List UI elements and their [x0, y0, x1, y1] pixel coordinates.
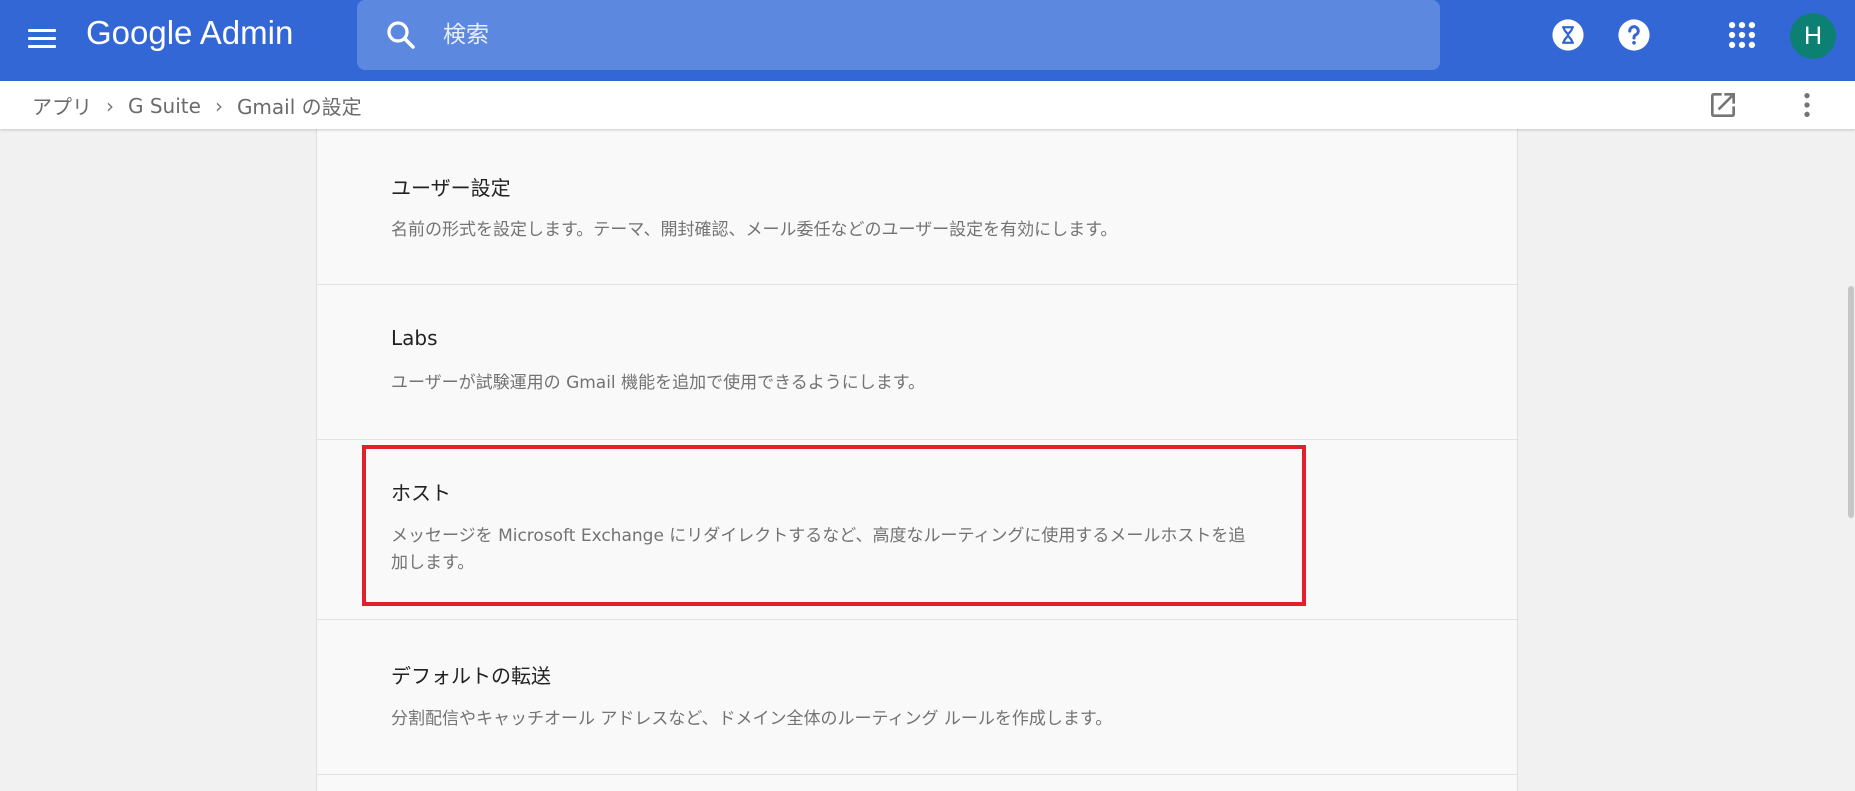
- chevron-right-icon: ›: [214, 93, 223, 118]
- search-bar[interactable]: [357, 0, 1440, 70]
- section-title: デフォルトの転送: [391, 664, 551, 688]
- breadcrumb-apps[interactable]: アプリ: [32, 91, 92, 120]
- settings-section-default-routing[interactable]: デフォルトの転送 分割配信やキャッチオール アドレスなど、ドメイン全体のルーティ…: [317, 620, 1517, 775]
- app-logo[interactable]: Google Admin: [86, 14, 293, 52]
- breadcrumb-bar: アプリ › G Suite › Gmail の設定: [0, 81, 1855, 129]
- settings-section-labs[interactable]: Labs ユーザーが試験運用の Gmail 機能を追加で使用できるようにします。: [317, 285, 1517, 440]
- help-icon[interactable]: [1617, 18, 1651, 52]
- search-input[interactable]: [441, 13, 1345, 57]
- top-app-bar: Google Admin H: [0, 0, 1855, 81]
- hourglass-icon[interactable]: [1551, 18, 1585, 52]
- settings-section-user-settings[interactable]: ユーザー設定 名前の形式を設定します。テーマ、開封確認、メール委任などのユーザー…: [317, 129, 1517, 285]
- section-description: ユーザーが試験運用の Gmail 機能を追加で使用できるようにします。: [391, 373, 926, 393]
- section-description: 名前の形式を設定します。テーマ、開封確認、メール委任などのユーザー設定を有効にし…: [391, 220, 1118, 240]
- page-scrollbar[interactable]: [1848, 286, 1854, 518]
- section-title: ホスト: [391, 481, 451, 505]
- settings-section-hosts[interactable]: ホスト メッセージを Microsoft Exchange にリダイレクトするな…: [317, 440, 1517, 620]
- section-description: メッセージを Microsoft Exchange にリダイレクトするなど、高度…: [391, 526, 1246, 573]
- main-menu-button[interactable]: [28, 22, 60, 54]
- apps-grid-icon[interactable]: [1725, 18, 1759, 52]
- settings-panel: ユーザー設定 名前の形式を設定します。テーマ、開封確認、メール委任などのユーザー…: [316, 129, 1518, 791]
- chevron-right-icon: ›: [106, 93, 114, 118]
- section-title: Labs: [391, 326, 438, 350]
- section-description: 分割配信やキャッチオール アドレスなど、ドメイン全体のルーティング ルールを作成…: [391, 709, 1113, 729]
- account-avatar[interactable]: H: [1790, 13, 1836, 59]
- breadcrumb: アプリ › G Suite › Gmail の設定: [32, 91, 362, 120]
- breadcrumb-gsuite[interactable]: G Suite: [128, 94, 201, 118]
- search-icon[interactable]: [383, 17, 419, 53]
- open-in-new-icon[interactable]: [1707, 89, 1739, 121]
- breadcrumb-gmail-settings: Gmail の設定: [236, 95, 362, 119]
- section-title: ユーザー設定: [391, 176, 511, 200]
- more-vert-icon[interactable]: [1791, 89, 1823, 121]
